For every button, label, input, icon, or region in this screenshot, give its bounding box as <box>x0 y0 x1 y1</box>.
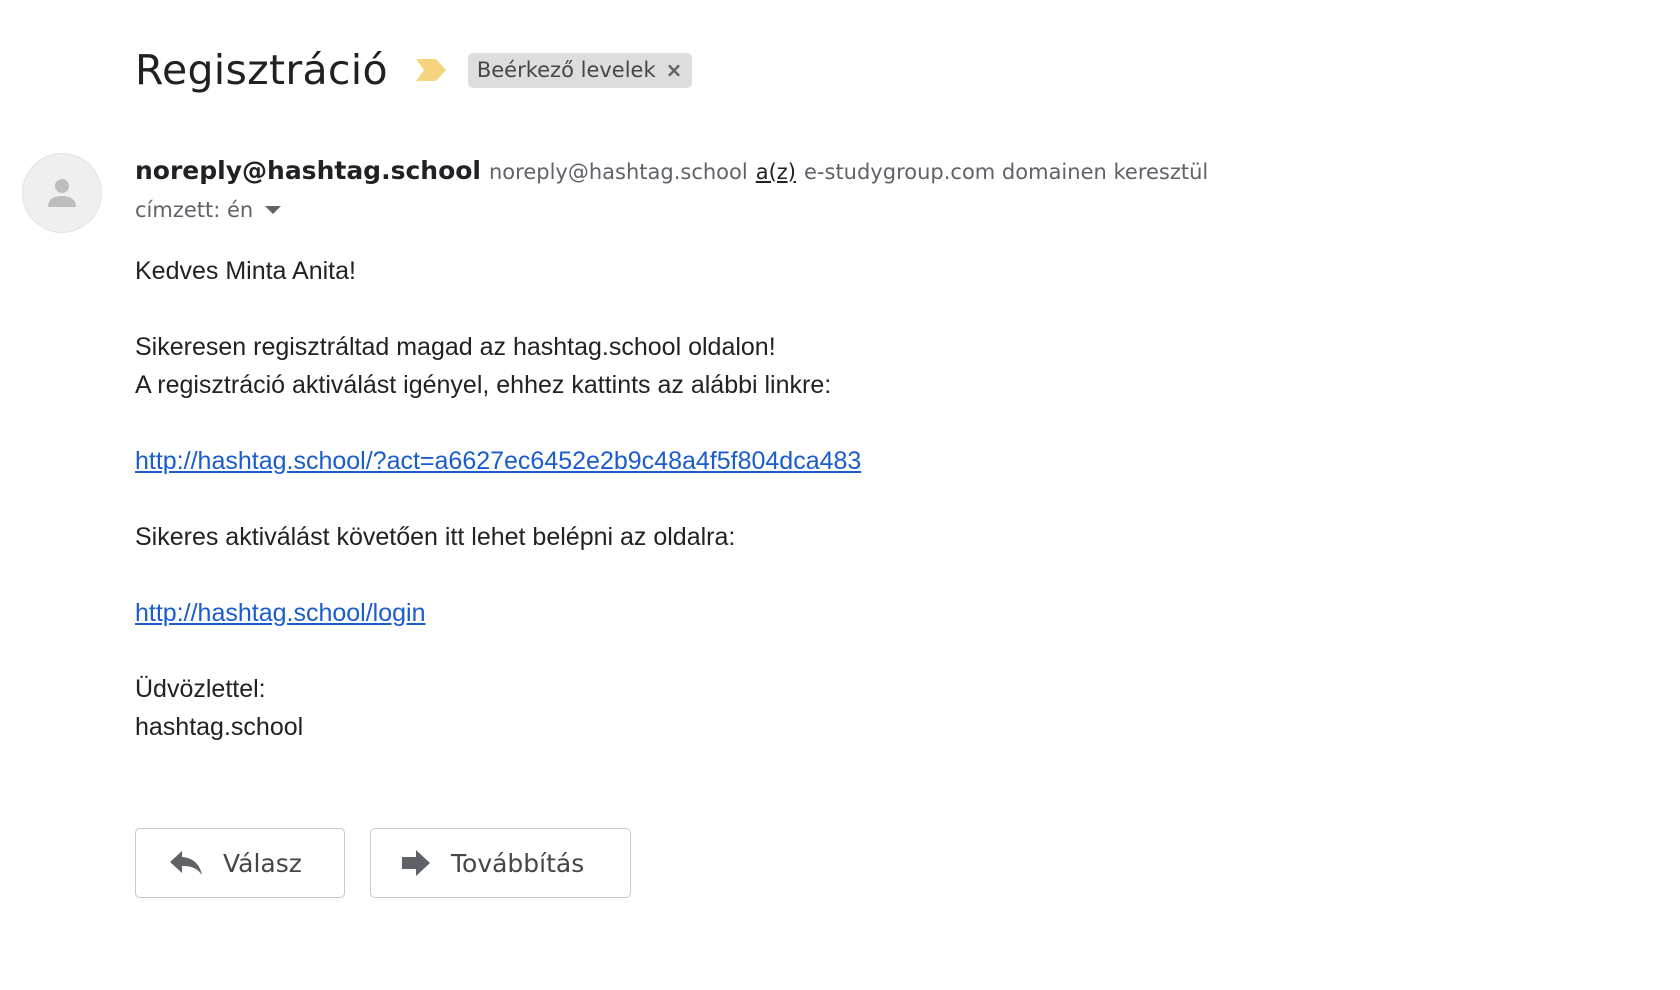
importance-marker-icon[interactable] <box>414 57 448 83</box>
login-link[interactable]: http://hashtag.school/login <box>135 599 425 627</box>
label-chip-text: Beérkező levelek <box>476 58 656 82</box>
recipient-text: címzett: én <box>135 198 254 222</box>
caret-down-icon[interactable] <box>265 206 282 214</box>
email-view: Regisztráció Beérkező levelek × noreply@… <box>0 0 1680 990</box>
label-chip-inbox: Beérkező levelek × <box>467 52 693 88</box>
reply-label: Válasz <box>223 848 302 878</box>
body-line-1: Sikeresen regisztráltad magad az hashtag… <box>135 333 776 361</box>
email-subject: Regisztráció <box>135 46 388 94</box>
sender-name[interactable]: noreply@hashtag.school <box>135 156 481 185</box>
closing: Üdvözlettel: <box>135 675 266 703</box>
greeting: Kedves Minta Anita! <box>135 257 356 285</box>
sender-address: noreply@hashtag.school <box>489 160 748 184</box>
message-actions: Válasz Továbbítás <box>135 828 631 898</box>
subject-row: Regisztráció Beérkező levelek × <box>135 42 693 98</box>
forward-label: Továbbítás <box>451 848 585 878</box>
activation-link[interactable]: http://hashtag.school/?act=a6627ec6452e2… <box>135 447 861 475</box>
signature: hashtag.school <box>135 713 304 741</box>
forward-icon <box>402 850 430 876</box>
email-body: Kedves Minta Anita! Sikeresen regisztrál… <box>135 252 861 746</box>
reply-icon <box>170 851 202 875</box>
remove-label-icon[interactable]: × <box>666 60 683 80</box>
sender-avatar <box>22 153 102 233</box>
via-link[interactable]: a(z) <box>756 160 796 184</box>
sender-line: noreply@hashtag.school noreply@hashtag.s… <box>135 156 1208 185</box>
forward-button[interactable]: Továbbítás <box>370 828 631 898</box>
person-icon <box>48 179 76 207</box>
via-domain-text: e-studygroup.com domainen keresztül <box>804 160 1209 184</box>
recipient-line: címzett: én <box>135 198 282 222</box>
body-line-3: Sikeres aktiválást követően itt lehet be… <box>135 523 736 551</box>
reply-button[interactable]: Válasz <box>135 828 345 898</box>
body-line-2: A regisztráció aktiválást igényel, ehhez… <box>135 371 832 399</box>
